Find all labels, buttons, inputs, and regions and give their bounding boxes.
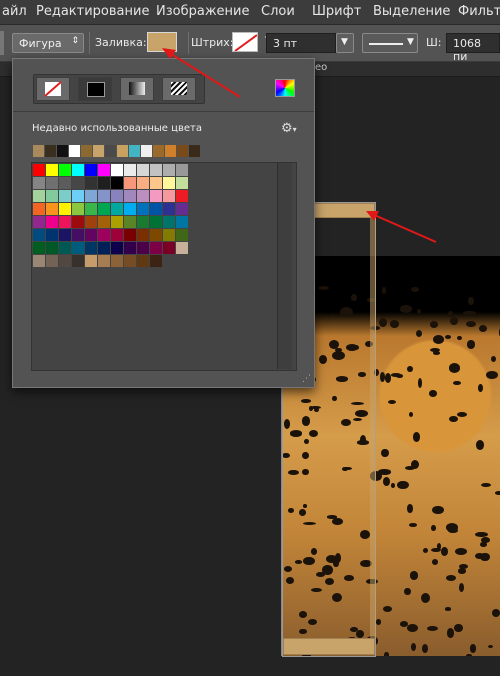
annotation-arrows: [162, 48, 437, 243]
